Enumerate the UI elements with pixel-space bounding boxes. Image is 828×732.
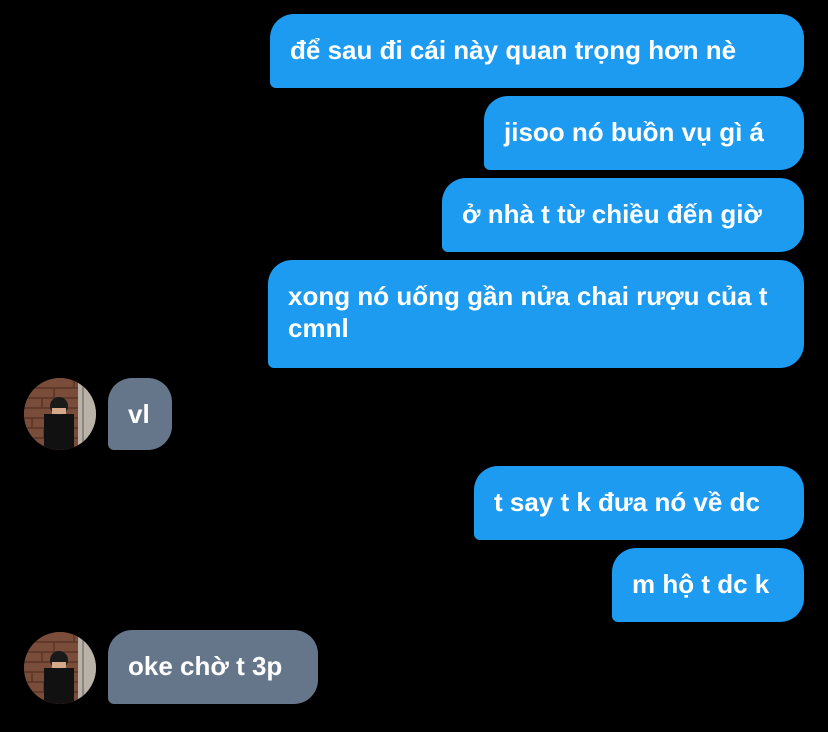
message-bubble-incoming[interactable]: vl (108, 378, 172, 450)
message-text: m hộ t dc k (632, 569, 770, 599)
message-text: xong nó uống gần nửa chai rượu của t cmn… (288, 281, 768, 343)
contact-avatar[interactable] (24, 378, 96, 450)
user-avatar-icon (24, 378, 96, 450)
message-text: ở nhà t từ chiều đến giờ (462, 199, 762, 229)
message-bubble-outgoing[interactable]: jisoo nó buồn vụ gì á (484, 96, 804, 170)
message-text: t say t k đưa nó về dc (494, 487, 760, 517)
user-avatar-icon (24, 632, 96, 704)
message-text: jisoo nó buồn vụ gì á (504, 117, 764, 147)
message-bubble-outgoing[interactable]: m hộ t dc k (612, 548, 804, 622)
message-bubble-outgoing[interactable]: ở nhà t từ chiều đến giờ (442, 178, 804, 252)
message-bubble-outgoing[interactable]: t say t k đưa nó về dc (474, 466, 804, 540)
contact-avatar[interactable] (24, 632, 96, 704)
message-bubble-outgoing[interactable]: để sau đi cái này quan trọng hơn nè (270, 14, 804, 88)
message-text: oke chờ t 3p (128, 651, 283, 681)
message-bubble-outgoing[interactable]: xong nó uống gần nửa chai rượu của t cmn… (268, 260, 804, 368)
message-text: để sau đi cái này quan trọng hơn nè (290, 35, 737, 65)
message-bubble-incoming[interactable]: oke chờ t 3p (108, 630, 318, 704)
message-text: vl (128, 399, 150, 429)
chat-screen: { "conversation": { "messages": [ {"send… (0, 0, 828, 732)
